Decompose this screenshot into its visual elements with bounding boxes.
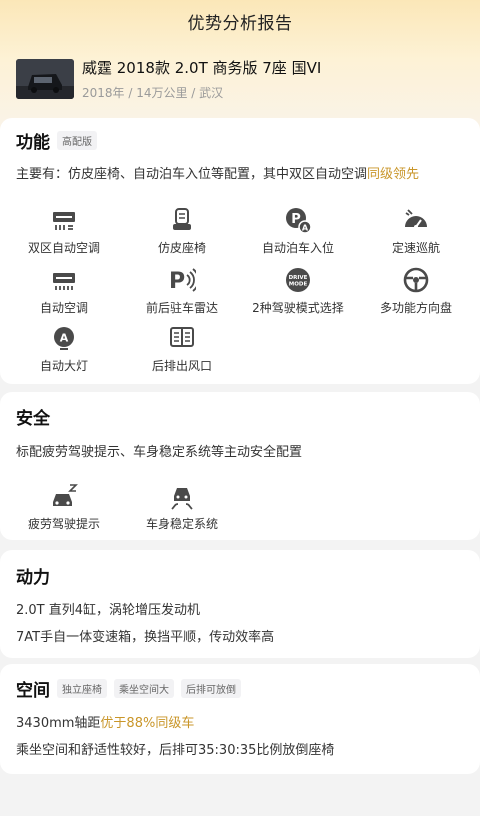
svg-text:P: P: [169, 269, 185, 294]
feature-steering-wheel: 多功能方向盘: [356, 266, 476, 316]
feature-parking-radar: P 前后驻车雷达: [122, 266, 242, 316]
feature-label: 双区自动空调: [27, 241, 100, 255]
feature-label: 自动空调: [39, 301, 88, 315]
feature-fatigue-alert: 疲劳驾驶提示: [4, 482, 124, 532]
space-tag: 后排可放倒: [181, 679, 241, 698]
svg-text:A: A: [60, 332, 69, 345]
feature-label: 前后驻车雷达: [145, 301, 218, 315]
feature-drive-mode: DRIVE MODE 2种驾驶模式选择: [238, 266, 358, 316]
car-thumbnail: [16, 59, 74, 99]
space-wheelbase-highlight: 优于88%同级车: [100, 716, 195, 731]
page-title: 优势分析报告: [187, 13, 293, 34]
feature-auto-headlight: A 自动大灯: [4, 324, 124, 374]
auto-parking-icon: PA: [284, 206, 312, 234]
power-card: 动力 2.0T 直列4缸，涡轮增压发动机 7AT手自一体变速箱，换挡平顺，传动效…: [0, 550, 480, 658]
space-tag: 独立座椅: [57, 679, 107, 698]
space-card: 空间 独立座椅 乘坐空间大 后排可放倒 3430mm轴距优于88%同级车 乘坐空…: [0, 664, 480, 774]
safety-title-row: 安全: [16, 404, 50, 429]
power-engine: 2.0T 直列4缸，涡轮增压发动机: [16, 603, 201, 618]
space-wheelbase-text: 3430mm轴距: [16, 716, 101, 731]
space-tag: 乘坐空间大: [114, 679, 174, 698]
power-title: 动力: [16, 568, 50, 588]
svg-text:MODE: MODE: [289, 282, 308, 288]
feature-auto-parking: PA 自动泊车入位: [238, 206, 358, 256]
power-transmission: 7AT手自一体变速箱，换挡平顺，传动效率高: [16, 630, 275, 645]
space-comfort: 乘坐空间和舒适性较好，后排可35:30:35比例放倒座椅: [16, 743, 335, 758]
feature-label: 2种驾驶模式选择: [252, 301, 344, 315]
function-tag: 高配版: [57, 131, 97, 150]
feature-label: 自动大灯: [39, 359, 88, 373]
function-title: 功能: [16, 133, 50, 153]
feature-auto-ac: 自动空调: [4, 266, 124, 316]
feature-label: 多功能方向盘: [379, 301, 452, 315]
feature-label: 车身稳定系统: [145, 517, 218, 531]
fatigue-alert-icon: [50, 482, 78, 510]
page-header: 优势分析报告: [0, 0, 480, 42]
leather-seat-icon: [168, 206, 196, 234]
rear-vent-icon: [168, 324, 196, 352]
feature-label: 仿皮座椅: [157, 241, 206, 255]
function-desc-highlight: 同级领先: [367, 167, 420, 182]
feature-label: 自动泊车入位: [261, 241, 334, 255]
safety-title: 安全: [16, 409, 50, 429]
feature-dual-zone-ac: 双区自动空调: [4, 206, 124, 256]
feature-cruise-control: 定速巡航: [356, 206, 476, 256]
svg-text:DRIVE: DRIVE: [289, 275, 308, 281]
parking-radar-icon: P: [168, 266, 196, 294]
space-wheelbase: 3430mm轴距优于88%同级车: [16, 712, 194, 731]
function-card: 功能 高配版 主要有：仿皮座椅、自动泊车入位等配置，其中双区自动空调同级领先 双…: [0, 118, 480, 384]
space-title: 空间: [16, 681, 50, 701]
stability-control-icon: [168, 482, 196, 510]
function-desc: 主要有：仿皮座椅、自动泊车入位等配置，其中双区自动空调同级领先: [16, 163, 419, 182]
feature-label: 定速巡航: [391, 241, 440, 255]
svg-text:A: A: [302, 224, 309, 233]
dual-zone-ac-icon: [50, 206, 78, 234]
car-meta: 2018年 / 14万公里 / 武汉: [82, 86, 224, 100]
feature-rear-vent: 后排出风口: [122, 324, 242, 374]
feature-label: 疲劳驾驶提示: [27, 517, 100, 531]
drive-mode-icon: DRIVE MODE: [284, 266, 312, 294]
function-title-row: 功能 高配版: [16, 128, 97, 153]
feature-leather-seat: 仿皮座椅: [122, 206, 242, 256]
feature-stability-control: 车身稳定系统: [122, 482, 242, 532]
power-title-row: 动力: [16, 563, 50, 588]
safety-desc: 标配疲劳驾驶提示、车身稳定系统等主动安全配置: [16, 445, 303, 460]
space-title-row: 空间 独立座椅 乘坐空间大 后排可放倒: [16, 676, 241, 701]
safety-card: 安全 标配疲劳驾驶提示、车身稳定系统等主动安全配置 疲劳驾驶提示 车身稳定系统: [0, 392, 480, 540]
function-desc-text: 主要有：仿皮座椅、自动泊车入位等配置，其中双区自动空调: [16, 167, 368, 182]
cruise-control-icon: [402, 206, 430, 234]
auto-headlight-icon: A: [50, 324, 78, 352]
steering-wheel-icon: [402, 266, 430, 294]
car-name: 威霆 2018款 2.0T 商务版 7座 国VI: [82, 59, 322, 77]
car-summary: 威霆 2018款 2.0T 商务版 7座 国VI 2018年 / 14万公里 /…: [0, 42, 480, 106]
auto-ac-icon: [50, 266, 78, 294]
feature-label: 后排出风口: [151, 359, 212, 373]
